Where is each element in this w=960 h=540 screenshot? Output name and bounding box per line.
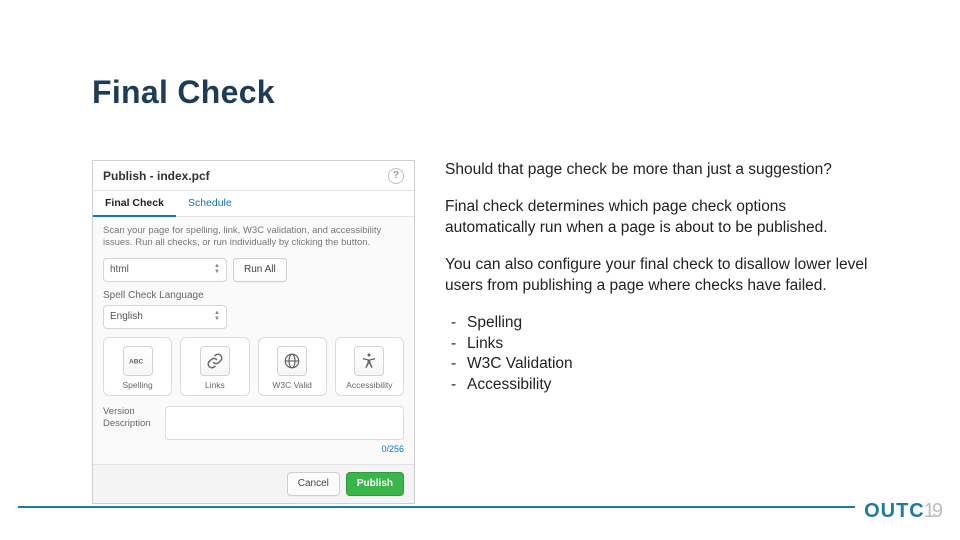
accessibility-icon — [354, 346, 384, 376]
list-item: Links — [467, 334, 880, 355]
dialog-tabs: Final Check Schedule — [93, 191, 414, 217]
publish-dialog: Publish - index.pcf ? Final Check Schedu… — [92, 160, 415, 504]
check-tiles: ABC Spelling Links — [103, 337, 404, 396]
bullet-list: Spelling Links W3C Validation Accessibil… — [445, 313, 880, 397]
updown-icon: ▲▼ — [214, 264, 220, 275]
slide-title: Final Check — [92, 74, 275, 111]
paragraph-2: Final check determines which page check … — [445, 197, 880, 239]
publish-button[interactable]: Publish — [346, 472, 404, 496]
version-label-2: Description — [103, 418, 157, 430]
version-description-input[interactable] — [165, 406, 404, 440]
tile-spelling[interactable]: ABC Spelling — [103, 337, 172, 396]
globe-icon — [277, 346, 307, 376]
abc-icon: ABC — [123, 346, 153, 376]
publish-label: Publish — [357, 478, 393, 489]
tab-schedule[interactable]: Schedule — [176, 191, 244, 216]
output-select[interactable]: html ▲▼ — [103, 258, 227, 282]
tile-label: Spelling — [123, 380, 153, 390]
cancel-label: Cancel — [298, 478, 329, 489]
run-all-label: Run All — [244, 264, 276, 275]
updown-icon: ▲▼ — [214, 311, 220, 322]
tile-label: Accessibility — [346, 380, 392, 390]
dialog-title: Publish - index.pcf — [103, 169, 210, 183]
svg-text:ABC: ABC — [129, 358, 144, 365]
tab-final-check[interactable]: Final Check — [93, 191, 176, 217]
spellcheck-language-value: English — [110, 311, 143, 322]
tile-label: Links — [205, 380, 225, 390]
dialog-body: Scan your page for spelling, link, W3C v… — [93, 217, 414, 464]
list-item: Accessibility — [467, 375, 880, 396]
paragraph-1: Should that page check be more than just… — [445, 160, 880, 181]
list-item: Spelling — [467, 313, 880, 334]
spellcheck-row: English ▲▼ — [103, 305, 404, 329]
text-column: Should that page check be more than just… — [445, 160, 880, 504]
version-row: Version Description — [103, 406, 404, 440]
version-label-1: Version — [103, 406, 157, 418]
spellcheck-section-label: Spell Check Language — [103, 290, 404, 301]
content-row: Publish - index.pcf ? Final Check Schedu… — [92, 160, 880, 504]
tile-links[interactable]: Links — [180, 337, 249, 396]
dialog-footer: Cancel Publish — [93, 464, 414, 503]
output-row: html ▲▼ Run All — [103, 258, 404, 282]
tile-accessibility[interactable]: Accessibility — [335, 337, 404, 396]
slide: Final Check Publish - index.pcf ? Final … — [0, 0, 960, 540]
output-select-value: html — [110, 264, 129, 275]
brand-text: OUTC — [864, 500, 925, 523]
dialog-description: Scan your page for spelling, link, W3C v… — [103, 225, 404, 250]
list-item: W3C Validation — [467, 354, 880, 375]
char-count: 0/256 — [103, 444, 404, 454]
footer-rule — [18, 506, 855, 508]
spellcheck-language-select[interactable]: English ▲▼ — [103, 305, 227, 329]
tile-label: W3C Valid — [272, 380, 312, 390]
paragraph-3: You can also configure your final check … — [445, 255, 880, 297]
tile-w3c[interactable]: W3C Valid — [258, 337, 327, 396]
dialog-screenshot: Publish - index.pcf ? Final Check Schedu… — [92, 160, 415, 504]
run-all-button[interactable]: Run All — [233, 258, 287, 282]
footer-brand: OUTC19 — [864, 500, 940, 523]
page-number: 19 — [924, 500, 940, 523]
help-icon[interactable]: ? — [388, 168, 404, 184]
link-icon — [200, 346, 230, 376]
version-labels: Version Description — [103, 406, 157, 431]
cancel-button[interactable]: Cancel — [287, 472, 340, 496]
dialog-header: Publish - index.pcf ? — [93, 161, 414, 191]
